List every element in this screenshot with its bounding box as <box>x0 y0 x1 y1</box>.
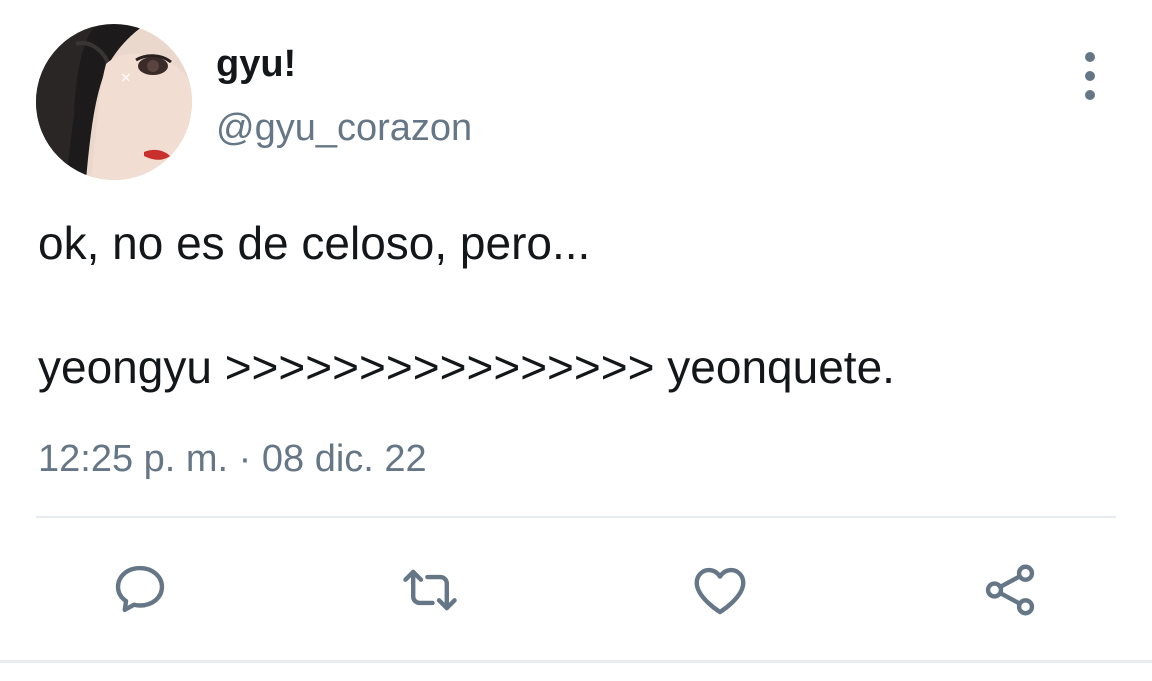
vertical-dot <box>1085 90 1095 100</box>
more-options-button[interactable] <box>1068 52 1112 100</box>
heart-icon <box>694 567 746 615</box>
reply-button[interactable] <box>106 556 174 624</box>
avatar[interactable]: × <box>36 24 192 180</box>
bottom-divider <box>0 660 1152 663</box>
svg-text:×: × <box>120 70 132 86</box>
comment-bubble-icon <box>115 565 165 613</box>
tweet-text-line: ok, no es de celoso, pero... <box>38 217 591 269</box>
avatar-photo-icon: × <box>36 24 192 180</box>
tweet-text-line: yeongyu >>>>>>>>>>>>>>>> yeonquete. <box>38 341 895 393</box>
like-button[interactable] <box>686 556 754 624</box>
retweet-button[interactable] <box>396 556 464 624</box>
tweet-text: ok, no es de celoso, pero... yeongyu >>>… <box>38 212 1118 398</box>
divider <box>36 516 1116 518</box>
author-display-name[interactable]: gyu! <box>216 40 296 88</box>
share-button[interactable] <box>976 556 1044 624</box>
author-handle[interactable]: @gyu_corazon <box>216 104 472 152</box>
share-nodes-icon <box>985 564 1035 616</box>
vertical-dots-icon <box>1085 52 1095 62</box>
tweet-timestamp[interactable]: 12:25 p. m. · 08 dic. 22 <box>38 434 427 484</box>
vertical-dot <box>1085 71 1095 81</box>
tweet-card: × gyu! @gyu_corazon ok, no es de celoso,… <box>0 0 1152 681</box>
retweet-arrows-icon <box>403 569 457 611</box>
